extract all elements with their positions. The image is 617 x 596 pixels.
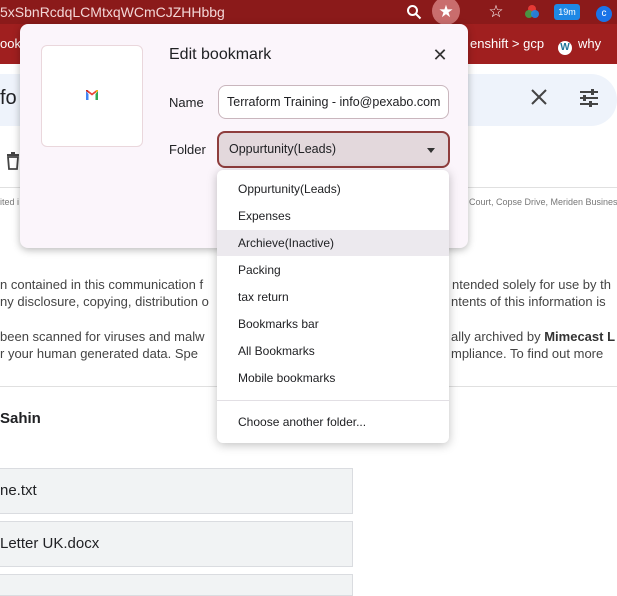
attachment-name: ne.txt bbox=[0, 482, 37, 499]
timer-extension-icon[interactable]: 19m bbox=[554, 0, 580, 24]
gmail-icon bbox=[86, 90, 98, 100]
footer-fragment-right: Court, Copse Drive, Meriden Business bbox=[469, 197, 617, 207]
browser-toolbar: 5xSbnRcdqLCMtxqWCmCJZHHbbg ★ ☆ 19m c bbox=[0, 0, 617, 25]
timer-badge: 19m bbox=[554, 4, 580, 20]
favicon-preview bbox=[41, 45, 143, 147]
footer-fragment-left: ited i bbox=[0, 197, 20, 207]
bookmark-item-gcp[interactable]: enshift > gcp bbox=[470, 36, 544, 51]
folder-option[interactable]: Packing bbox=[217, 257, 449, 283]
name-label: Name bbox=[169, 95, 204, 110]
folder-option[interactable]: Bookmarks bar bbox=[217, 311, 449, 337]
folder-option[interactable]: All Bookmarks bbox=[217, 338, 449, 364]
search-icon[interactable] bbox=[402, 0, 426, 24]
disclaimer-line-2-left: ny disclosure, copying, distribution o bbox=[0, 294, 209, 309]
dialog-title: Edit bookmark bbox=[169, 46, 272, 63]
disclaimer-line-4-right: mpliance. To find out more bbox=[451, 346, 604, 361]
folder-option[interactable]: Expenses bbox=[217, 203, 449, 229]
folder-select[interactable]: Oppurtunity(Leads) bbox=[217, 131, 450, 168]
mimecast-name: Mimecast L bbox=[544, 329, 616, 344]
menu-divider bbox=[217, 400, 449, 401]
disclaimer-line-3-right: ally archived by Mimecast L bbox=[451, 329, 615, 344]
attachment-item[interactable]: Letter UK.docx bbox=[0, 521, 353, 567]
folder-option[interactable]: tax return bbox=[217, 284, 449, 310]
clear-search-icon[interactable] bbox=[528, 86, 550, 113]
bookmark-name-input[interactable] bbox=[218, 85, 449, 119]
bookmark-item-fragment[interactable]: ook bbox=[0, 36, 21, 51]
folder-dropdown-menu: Oppurtunity(Leads) Expenses Archieve(Ina… bbox=[217, 170, 449, 443]
chevron-down-icon bbox=[427, 148, 435, 153]
disclaimer-line-2-right: ntents of this information is bbox=[451, 294, 606, 309]
folder-option-hovered[interactable]: Archieve(Inactive) bbox=[217, 230, 449, 256]
filter-options-icon[interactable] bbox=[577, 86, 601, 115]
attachment-item[interactable]: ne.txt bbox=[0, 468, 353, 514]
disclaimer-line-3-left: been scanned for viruses and malw bbox=[0, 329, 205, 344]
profile-extension-icon[interactable]: c bbox=[595, 0, 613, 24]
delete-icon[interactable] bbox=[6, 152, 20, 175]
folder-select-value: Oppurtunity(Leads) bbox=[229, 142, 337, 156]
close-icon[interactable]: ✕ bbox=[430, 44, 450, 66]
color-extension-icon[interactable] bbox=[522, 0, 542, 24]
bookmark-item-why[interactable]: Wwhy bbox=[558, 36, 601, 55]
folder-option[interactable]: Oppurtunity(Leads) bbox=[217, 176, 449, 202]
choose-another-folder-option[interactable]: Choose another folder... bbox=[217, 409, 449, 435]
bookmark-item-label: why bbox=[578, 36, 602, 51]
disclaimer-line-1-left: n contained in this communication f bbox=[0, 277, 204, 292]
attachment-item[interactable] bbox=[0, 574, 353, 596]
folder-label: Folder bbox=[169, 142, 206, 157]
url-text[interactable]: 5xSbnRcdqLCMtxqWCmCJZHHbbg bbox=[0, 2, 225, 22]
disclaimer-line-4-left: r your human generated data. Spe bbox=[0, 346, 199, 361]
sender-name: Sahin bbox=[0, 410, 41, 427]
bookmarks-star-outline-icon[interactable]: ☆ bbox=[485, 0, 507, 24]
folder-option[interactable]: Mobile bookmarks bbox=[217, 365, 449, 391]
bookmark-star-icon[interactable]: ★ bbox=[432, 0, 460, 25]
disclaimer-line-1-right: ntended solely for use by th bbox=[452, 277, 611, 292]
attachment-name: Letter UK.docx bbox=[0, 535, 100, 552]
search-text: fo bbox=[0, 87, 17, 109]
wordpress-icon: W bbox=[558, 41, 572, 55]
disclaimer-text: ally archived by bbox=[451, 329, 545, 344]
